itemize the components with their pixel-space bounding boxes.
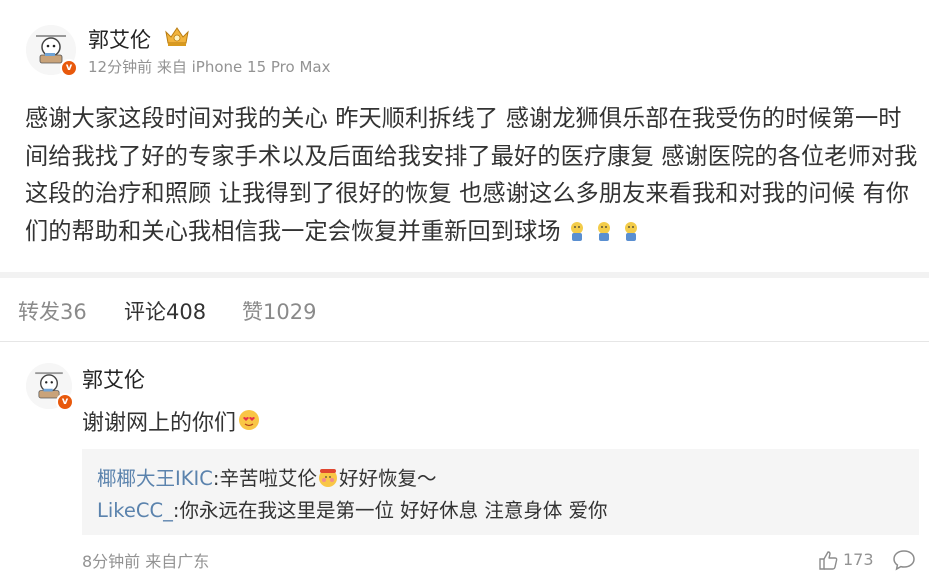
reply-text-continued: 好好恢复～ — [339, 467, 437, 490]
post-tabs: 转发36 评论408 赞1029 — [0, 278, 929, 342]
face-emoji-icon — [624, 221, 637, 241]
blush-emoji-icon — [319, 469, 337, 487]
reply-item: 椰椰大王IKIC:辛苦啦艾伦 好好恢复～ — [97, 462, 437, 491]
like-count: 173 — [843, 550, 874, 569]
post-body-text: 感谢大家这段时间对我的关心 昨天顺利拆线了 感谢龙狮俱乐部在我受伤的时候第一时间… — [25, 105, 918, 245]
reply-username[interactable]: LikeCC_ — [97, 499, 173, 522]
weibo-post: v 郭艾伦 12分钟前 来自 iPhone 15 Pro Max 感谢大家这段时… — [0, 0, 929, 272]
verified-badge-icon: v — [56, 393, 74, 411]
tab-reposts[interactable]: 转发36 — [18, 296, 87, 326]
face-emoji-icon — [597, 221, 610, 241]
comment-bubble-icon[interactable] — [892, 549, 916, 571]
reply-preview-box[interactable]: 椰椰大王IKIC:辛苦啦艾伦 好好恢复～ LikeCC_:你永远在我这里是第一位 … — [82, 449, 919, 535]
reply-username[interactable]: 椰椰大王IKIC — [97, 467, 213, 490]
post-author-name[interactable]: 郭艾伦 — [88, 24, 151, 54]
reply-item: LikeCC_:你永远在我这里是第一位 好好休息 注意身体 爱你 — [97, 494, 608, 523]
comment-text: 谢谢网上的你们 — [82, 411, 237, 436]
heart-eyes-emoji-icon — [239, 410, 260, 430]
post-body: 感谢大家这段时间对我的关心 昨天顺利拆线了 感谢龙狮俱乐部在我受伤的时候第一时间… — [25, 100, 920, 250]
post-meta: 12分钟前 来自 iPhone 15 Pro Max — [88, 58, 331, 76]
crown-badge-icon[interactable] — [163, 24, 191, 48]
comment-body: 谢谢网上的你们 — [82, 405, 261, 437]
comment-meta: 8分钟前 来自广东 — [82, 552, 210, 571]
thumbs-up-icon[interactable] — [817, 549, 839, 571]
reply-text: 辛苦啦艾伦 — [219, 467, 317, 490]
tab-likes[interactable]: 赞1029 — [242, 296, 316, 326]
verified-badge-icon: v — [60, 59, 78, 77]
reply-text: 你永远在我这里是第一位 好好休息 注意身体 爱你 — [179, 499, 608, 522]
commenter-avatar[interactable]: v — [26, 363, 74, 411]
commenter-name[interactable]: 郭艾伦 — [82, 364, 145, 394]
tab-comments[interactable]: 评论408 — [124, 296, 206, 326]
author-avatar[interactable]: v — [26, 25, 78, 77]
face-emoji-icon — [570, 221, 583, 241]
